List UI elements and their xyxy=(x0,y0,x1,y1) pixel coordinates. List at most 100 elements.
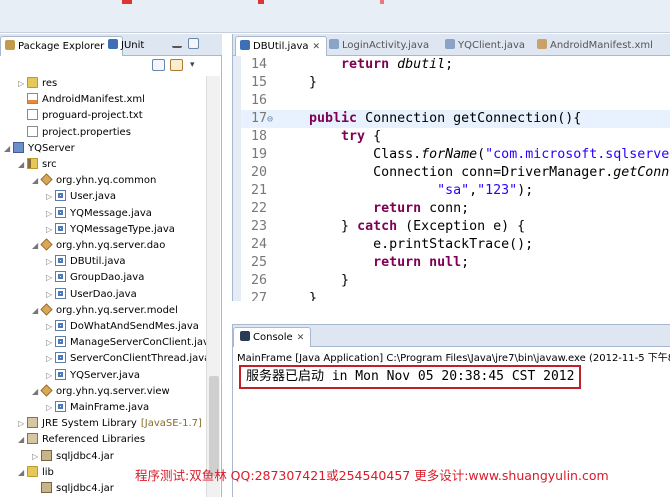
tab-label: DBUtil.java xyxy=(253,41,309,52)
code-token: } xyxy=(277,75,318,90)
code-line[interactable]: 20 Connection conn=DriverManager.getConn xyxy=(241,164,670,182)
code-line[interactable]: 17⊖ public Connection getConnection(){ xyxy=(241,110,670,128)
tree-item[interactable]: ▷ MainFrame.java xyxy=(46,400,149,416)
collapse-arrow-icon[interactable]: ◢ xyxy=(32,173,41,189)
text-file-icon xyxy=(27,109,38,121)
tree-item[interactable]: ◢ YQServer xyxy=(4,141,75,157)
code-line[interactable]: 19 Class.forName("com.microsoft.sqlserve xyxy=(241,146,670,164)
expand-arrow-icon[interactable]: ▷ xyxy=(46,287,55,303)
tree-item-label: DBUtil.java xyxy=(70,256,126,268)
code-line[interactable]: 23 } catch (Exception e) { xyxy=(241,218,670,236)
tree-item-label: GroupDao.java xyxy=(70,272,145,284)
collapse-arrow-icon[interactable]: ◢ xyxy=(18,157,27,173)
collapse-arrow-icon[interactable]: ◢ xyxy=(32,238,41,254)
maximize-icon[interactable] xyxy=(188,38,199,49)
tree-item[interactable]: ▷ sqljdbc4.jar xyxy=(32,449,114,465)
expand-arrow-icon[interactable]: ▷ xyxy=(46,400,55,416)
source-folder-icon xyxy=(27,158,38,169)
expand-arrow-icon[interactable]: ▷ xyxy=(18,76,27,92)
code-token: Connection conn=DriverManager. xyxy=(277,165,614,180)
tree-item[interactable]: ▷ JRE System Library [JavaSE-1.7] xyxy=(18,416,202,432)
toolbar-fragment xyxy=(122,0,132,4)
expand-arrow-icon[interactable]: ▷ xyxy=(46,206,55,222)
jar-icon xyxy=(41,449,52,461)
code-line[interactable]: 21 "sa","123"); xyxy=(241,182,670,200)
tree-item[interactable]: ▷ YQMessageType.java xyxy=(46,222,175,238)
expand-arrow-icon[interactable]: ▷ xyxy=(46,254,55,270)
code-line[interactable]: 26 } xyxy=(241,272,670,290)
tree-item[interactable]: ◢ src xyxy=(18,157,57,173)
collapse-arrow-icon[interactable]: ◢ xyxy=(32,384,41,400)
console-tab-bar: Console ✕ xyxy=(233,325,670,347)
minimize-icon[interactable] xyxy=(172,39,182,48)
collapse-all-icon[interactable] xyxy=(152,59,165,71)
tree-item[interactable]: project.properties xyxy=(18,125,131,141)
tree-item[interactable]: ▷ UserDao.java xyxy=(46,287,137,303)
code-line[interactable]: 25 return null; xyxy=(241,254,670,272)
expand-arrow-icon[interactable]: ▷ xyxy=(18,416,27,432)
tree-item[interactable]: ▷ DBUtil.java xyxy=(46,254,126,270)
java-file-icon xyxy=(55,336,66,348)
tree-item[interactable]: ◢ org.yhn.yq.server.dao xyxy=(32,238,165,254)
console-output-line[interactable]: 服务器已启动 in Mon Nov 05 20:38:45 CST 2012 xyxy=(239,365,582,389)
tab-junit[interactable]: JUnit xyxy=(104,36,150,56)
tree-item[interactable]: ▷ DoWhatAndSendMes.java xyxy=(46,319,199,335)
editor-tab[interactable]: AndroidManifest.xml xyxy=(533,36,659,56)
tree-item[interactable]: ▷ YQMessage.java xyxy=(46,206,152,222)
expand-arrow-icon[interactable]: ▷ xyxy=(32,449,41,465)
collapse-arrow-icon[interactable]: ◢ xyxy=(18,432,27,448)
code-line[interactable]: 14 return dbutil; xyxy=(241,56,670,74)
tab-console[interactable]: Console ✕ xyxy=(233,327,312,347)
code-line[interactable]: 16 xyxy=(241,92,670,110)
tree-item[interactable]: ▷ User.java xyxy=(46,189,116,205)
tree-item[interactable]: ◢ org.yhn.yq.server.model xyxy=(32,303,178,319)
code-token: forName xyxy=(421,147,478,162)
explorer-scrollbar[interactable] xyxy=(206,76,220,497)
expand-arrow-icon[interactable]: ▷ xyxy=(46,222,55,238)
tree-item[interactable]: ◢ lib xyxy=(18,465,54,481)
collapse-arrow-icon[interactable]: ◢ xyxy=(4,141,13,157)
expand-arrow-icon[interactable]: ▷ xyxy=(46,368,55,384)
expand-arrow-icon[interactable]: ▷ xyxy=(46,335,55,351)
code-line[interactable]: 27 } xyxy=(241,290,670,301)
link-with-editor-icon[interactable] xyxy=(170,59,183,71)
java-file-icon xyxy=(55,255,66,267)
expand-arrow-icon[interactable]: ▷ xyxy=(46,351,55,367)
code-line[interactable]: 18 try { xyxy=(241,128,670,146)
expand-arrow-icon[interactable]: ▷ xyxy=(46,270,55,286)
close-icon[interactable]: ✕ xyxy=(313,42,321,52)
tree-item[interactable]: ◢ org.yhn.yq.common xyxy=(32,173,156,189)
tree-item[interactable]: ▷ YQServer.java xyxy=(46,368,140,384)
tab-label: Package Explorer xyxy=(18,41,105,52)
tree-item[interactable]: AndroidManifest.xml xyxy=(18,92,145,108)
scrollbar-thumb[interactable] xyxy=(209,376,219,476)
string-literal: "123" xyxy=(477,183,518,198)
editor-tab-bar: DBUtil.java ✕ LoginActivity.java YQClient.j… xyxy=(233,34,670,56)
code-line[interactable]: 24 e.printStackTrace(); xyxy=(241,236,670,254)
tree-item[interactable]: ▷ res xyxy=(18,76,57,92)
collapse-arrow-icon[interactable]: ◢ xyxy=(32,303,41,319)
tree-item[interactable]: ◢ Referenced Libraries xyxy=(18,432,145,448)
expand-arrow-icon[interactable]: ▷ xyxy=(46,189,55,205)
editor-tab[interactable]: LoginActivity.java xyxy=(325,36,435,56)
tree-item[interactable]: ▷ ManageServerConClient.java xyxy=(46,335,206,351)
tree-item[interactable]: ▷ ServerConClientThread.java xyxy=(46,351,206,367)
expand-arrow-icon[interactable]: ▷ xyxy=(46,319,55,335)
editor-tab[interactable]: DBUtil.java ✕ xyxy=(235,36,328,56)
code-token: (Exception e) { xyxy=(397,219,526,234)
code-area[interactable]: 14 return dbutil; 15 } 16 17⊖ public Connec… xyxy=(241,56,670,301)
editor-tab[interactable]: YQClient.java xyxy=(441,36,531,56)
fold-toggle-icon[interactable]: ⊖ xyxy=(267,111,277,129)
package-explorer-icon xyxy=(5,40,15,50)
close-icon[interactable]: ✕ xyxy=(297,333,305,343)
code-token: ; xyxy=(445,57,454,72)
code-line[interactable]: 15 } xyxy=(241,74,670,92)
tree-item[interactable]: proguard-project.txt xyxy=(18,108,143,124)
tree-item[interactable]: ▷ GroupDao.java xyxy=(46,270,144,286)
code-line[interactable]: 22 return conn; xyxy=(241,200,670,218)
tree-item[interactable]: sqljdbc4.jar xyxy=(32,481,114,497)
tree-item[interactable]: ◢ org.yhn.yq.server.view xyxy=(32,384,170,400)
view-menu-icon[interactable]: ▾ xyxy=(190,59,203,71)
collapse-arrow-icon[interactable]: ◢ xyxy=(18,465,27,481)
